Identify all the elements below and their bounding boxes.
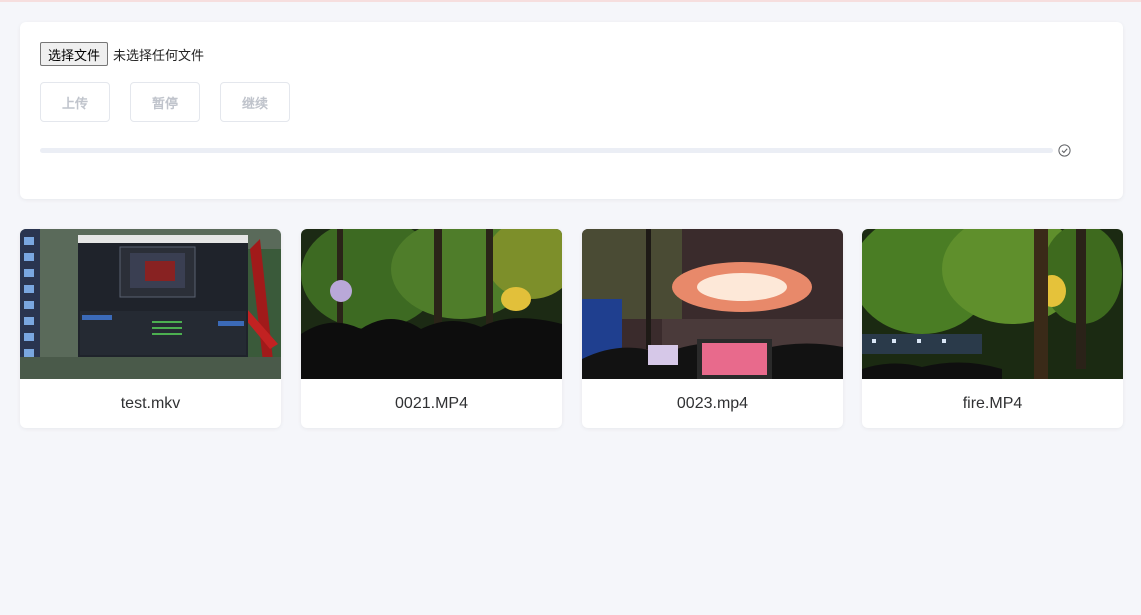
- night-trees-crowd-thumbnail: [301, 229, 562, 379]
- video-card[interactable]: 0021.MP4: [301, 229, 562, 428]
- fireworks-thumbnail: [582, 229, 843, 379]
- resume-button[interactable]: 继续: [220, 82, 290, 122]
- check-circle-icon: [1058, 144, 1071, 157]
- top-border: [0, 0, 1141, 2]
- upload-progress-bar: [40, 148, 1053, 153]
- video-name: fire.MP4: [962, 394, 1023, 412]
- video-name: test.mkv: [120, 394, 181, 412]
- choose-file-button[interactable]: 选择文件: [40, 42, 109, 66]
- pause-button[interactable]: 暂停: [130, 82, 200, 122]
- file-status-text: 未选择任何文件: [113, 48, 205, 64]
- video-card[interactable]: test.mkv: [20, 229, 281, 428]
- desktop-screenshot-thumbnail: [20, 229, 281, 379]
- lit-trees-thumbnail: [862, 229, 1123, 379]
- video-name: 0021.MP4: [395, 394, 468, 412]
- video-card[interactable]: 0023.mp4: [582, 229, 843, 428]
- video-name: 0023.mp4: [676, 394, 749, 412]
- file-picker: 选择文件 未选择任何文件: [40, 42, 204, 66]
- upload-button[interactable]: 上传: [40, 82, 110, 122]
- upload-panel: 选择文件 未选择任何文件 上传 暂停 继续: [20, 22, 1123, 199]
- video-card[interactable]: fire.MP4: [862, 229, 1123, 428]
